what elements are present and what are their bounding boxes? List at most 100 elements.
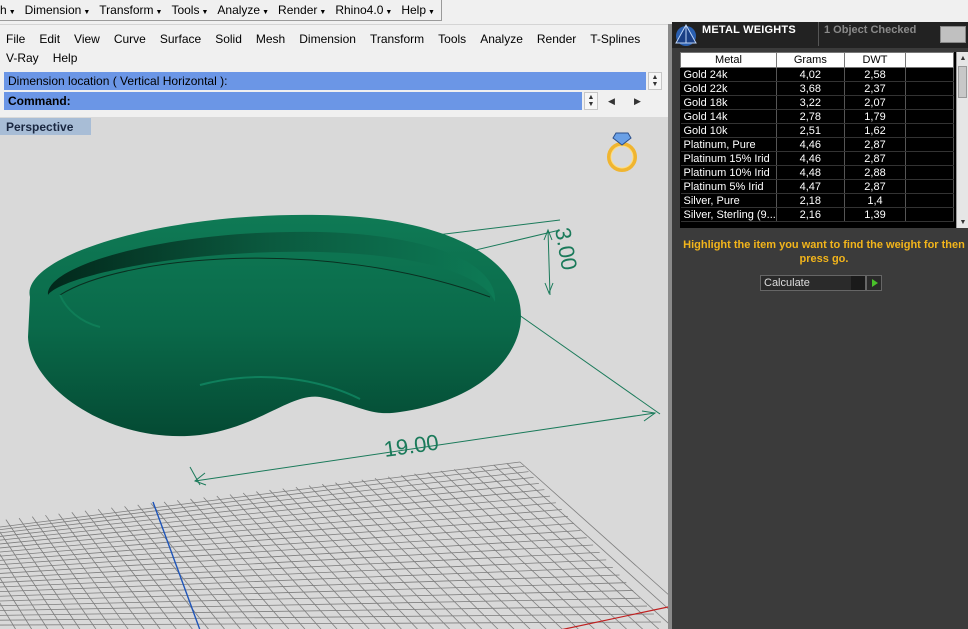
table-row[interactable]: Platinum 15% Irid 4,46 2,87 — [680, 151, 954, 166]
menu-item-t-splines[interactable]: T-Splines — [590, 32, 640, 46]
scrollbar-thumb[interactable] — [958, 66, 967, 98]
scroll-down-icon[interactable]: ▼ — [652, 81, 659, 88]
column-header-grams[interactable]: Grams — [775, 52, 845, 68]
cell-empty — [905, 207, 954, 222]
menu-item-mesh[interactable]: Mesh — [256, 32, 285, 46]
grid-line — [124, 506, 225, 629]
top-menu-item-tools[interactable]: Tools ▼ — [171, 0, 217, 21]
grid-line — [0, 559, 607, 588]
menu-item-curve[interactable]: Curve — [114, 32, 146, 46]
table-row[interactable]: Gold 22k 3,68 2,37 — [680, 81, 954, 96]
panel-status: 1 Object Checked — [824, 24, 917, 36]
history-scrollbar[interactable]: ▲ ▼ — [648, 72, 662, 90]
table-row[interactable]: Gold 14k 2,78 1,79 — [680, 109, 954, 124]
scroll-up-icon[interactable]: ▲ — [652, 74, 659, 81]
grid-line — [0, 621, 661, 626]
cell-dwt: 2,07 — [844, 95, 907, 110]
table-row[interactable]: Gold 18k 3,22 2,07 — [680, 95, 954, 110]
cell-metal: Platinum 10% Irid — [680, 165, 777, 180]
menu-bar-row: V-Ray Help — [0, 48, 668, 67]
scroll-up-icon[interactable]: ▲ — [957, 52, 968, 64]
menu-item-help[interactable]: Help — [53, 51, 78, 65]
menu-item-transform[interactable]: Transform — [370, 32, 424, 46]
top-menu-item-transform[interactable]: Transform ▼ — [99, 0, 171, 21]
cell-metal: Platinum 15% Irid — [680, 151, 777, 166]
table-row[interactable]: Silver, Sterling (9... 2,16 1,39 — [680, 207, 954, 222]
cell-grams: 3,22 — [776, 95, 845, 110]
cell-metal: Gold 22k — [680, 81, 777, 96]
grid-line — [282, 488, 418, 629]
cell-dwt: 1,62 — [844, 123, 907, 138]
menu-item-analyze[interactable]: Analyze — [480, 32, 523, 46]
cell-grams: 2,16 — [776, 207, 845, 222]
dimension-height-label: 3.00 — [550, 226, 582, 273]
ring-render-icon[interactable] — [607, 132, 637, 172]
table-row[interactable]: Platinum 10% Irid 4,48 2,88 — [680, 165, 954, 180]
scroll-down-icon[interactable]: ▼ — [957, 216, 968, 228]
grid-axis-x — [561, 606, 668, 629]
cell-grams: 2,18 — [776, 193, 845, 208]
perspective-viewport[interactable]: Perspective 3.00 19.00 — [0, 117, 668, 629]
calculate-select[interactable]: Calculate — [760, 275, 866, 291]
grid-line — [31, 516, 113, 629]
dimension-width-label: 19.00 — [382, 430, 440, 462]
cell-dwt: 2,87 — [844, 137, 907, 152]
menu-item-dimension[interactable]: Dimension — [299, 32, 356, 46]
top-menu-item-help[interactable]: Help ▼ — [401, 0, 444, 21]
ring-model[interactable] — [28, 214, 521, 437]
menu-item-render[interactable]: Render — [537, 32, 576, 46]
chevron-left-icon[interactable]: ◀ — [608, 96, 615, 107]
metal-weights-header: METAL WEIGHTS 1 Object Checked — [672, 22, 968, 48]
scroll-up-icon[interactable]: ▲ — [588, 94, 595, 101]
grid-line — [163, 501, 274, 629]
go-button[interactable] — [866, 275, 882, 291]
grid-line — [0, 476, 534, 537]
menu-item-surface[interactable]: Surface — [160, 32, 201, 46]
menu-bar-row: File Edit View Curve Surface Solid Mesh Dimensi… — [0, 29, 668, 48]
cell-metal: Platinum, Pure — [680, 137, 777, 152]
grid-line — [506, 463, 668, 610]
grid-line — [0, 471, 529, 534]
cell-metal: Platinum 5% Irid — [680, 179, 777, 194]
menu-item-edit[interactable]: Edit — [39, 32, 60, 46]
top-menu-item-analyze[interactable]: Analyze ▼ — [217, 0, 278, 21]
command-history: Dimension location ( Vertical Horizontal… — [4, 72, 646, 90]
grid-axis-y — [152, 501, 201, 629]
menu-item-file[interactable]: File — [6, 32, 25, 46]
menu-item-solid[interactable]: Solid — [215, 32, 242, 46]
table-row[interactable]: Gold 10k 2,51 1,62 — [680, 123, 954, 138]
dropdown-arrow-icon: ▼ — [155, 9, 163, 16]
grid-line — [0, 597, 641, 611]
table-row[interactable]: Platinum 5% Irid 4,47 2,87 — [680, 179, 954, 194]
top-menu-item-rhino[interactable]: Rhino4.0 ▼ — [335, 0, 401, 21]
table-scrollbar[interactable]: ▲ ▼ — [956, 52, 968, 228]
table-row[interactable]: Silver, Pure 2,18 1,4 — [680, 193, 954, 208]
cell-dwt: 2,37 — [844, 81, 907, 96]
top-menu-label: Render — [278, 3, 318, 17]
menu-item-view[interactable]: View — [74, 32, 100, 46]
top-menu-label: Dimension — [24, 3, 82, 17]
top-menu-item-render[interactable]: Render ▼ — [278, 0, 335, 21]
top-menu-strip: h ▼ Dimension ▼ Transform ▼ Tools ▼ Analyze ▼… — [0, 0, 442, 21]
top-menu-item-dimension[interactable]: Dimension ▼ — [25, 0, 100, 21]
chevron-right-icon[interactable]: ▶ — [634, 96, 641, 107]
header-divider — [818, 22, 819, 46]
viewport-label[interactable]: Perspective — [0, 118, 91, 135]
cell-empty — [905, 67, 954, 82]
grid-line — [0, 495, 551, 549]
menu-item-v-ray[interactable]: V-Ray — [6, 51, 39, 65]
grid-line — [414, 473, 579, 629]
scroll-down-icon[interactable]: ▼ — [588, 101, 595, 108]
close-button[interactable] — [940, 26, 966, 43]
grid-line — [0, 544, 594, 579]
table-row[interactable]: Gold 24k 4,02 2,58 — [680, 67, 954, 82]
command-scrollbar[interactable]: ▲ ▼ — [584, 92, 598, 110]
top-menu-item-h[interactable]: h ▼ — [0, 0, 25, 21]
table-row[interactable]: Platinum, Pure 4,46 2,87 — [680, 137, 954, 152]
command-prompt[interactable]: Command: — [4, 92, 582, 110]
column-header-dwt[interactable]: DWT — [843, 52, 907, 68]
column-header-metal[interactable]: Metal — [680, 52, 777, 68]
grid-line — [519, 461, 668, 595]
menu-item-tools[interactable]: Tools — [438, 32, 466, 46]
top-menu-label: Analyze — [217, 3, 261, 17]
